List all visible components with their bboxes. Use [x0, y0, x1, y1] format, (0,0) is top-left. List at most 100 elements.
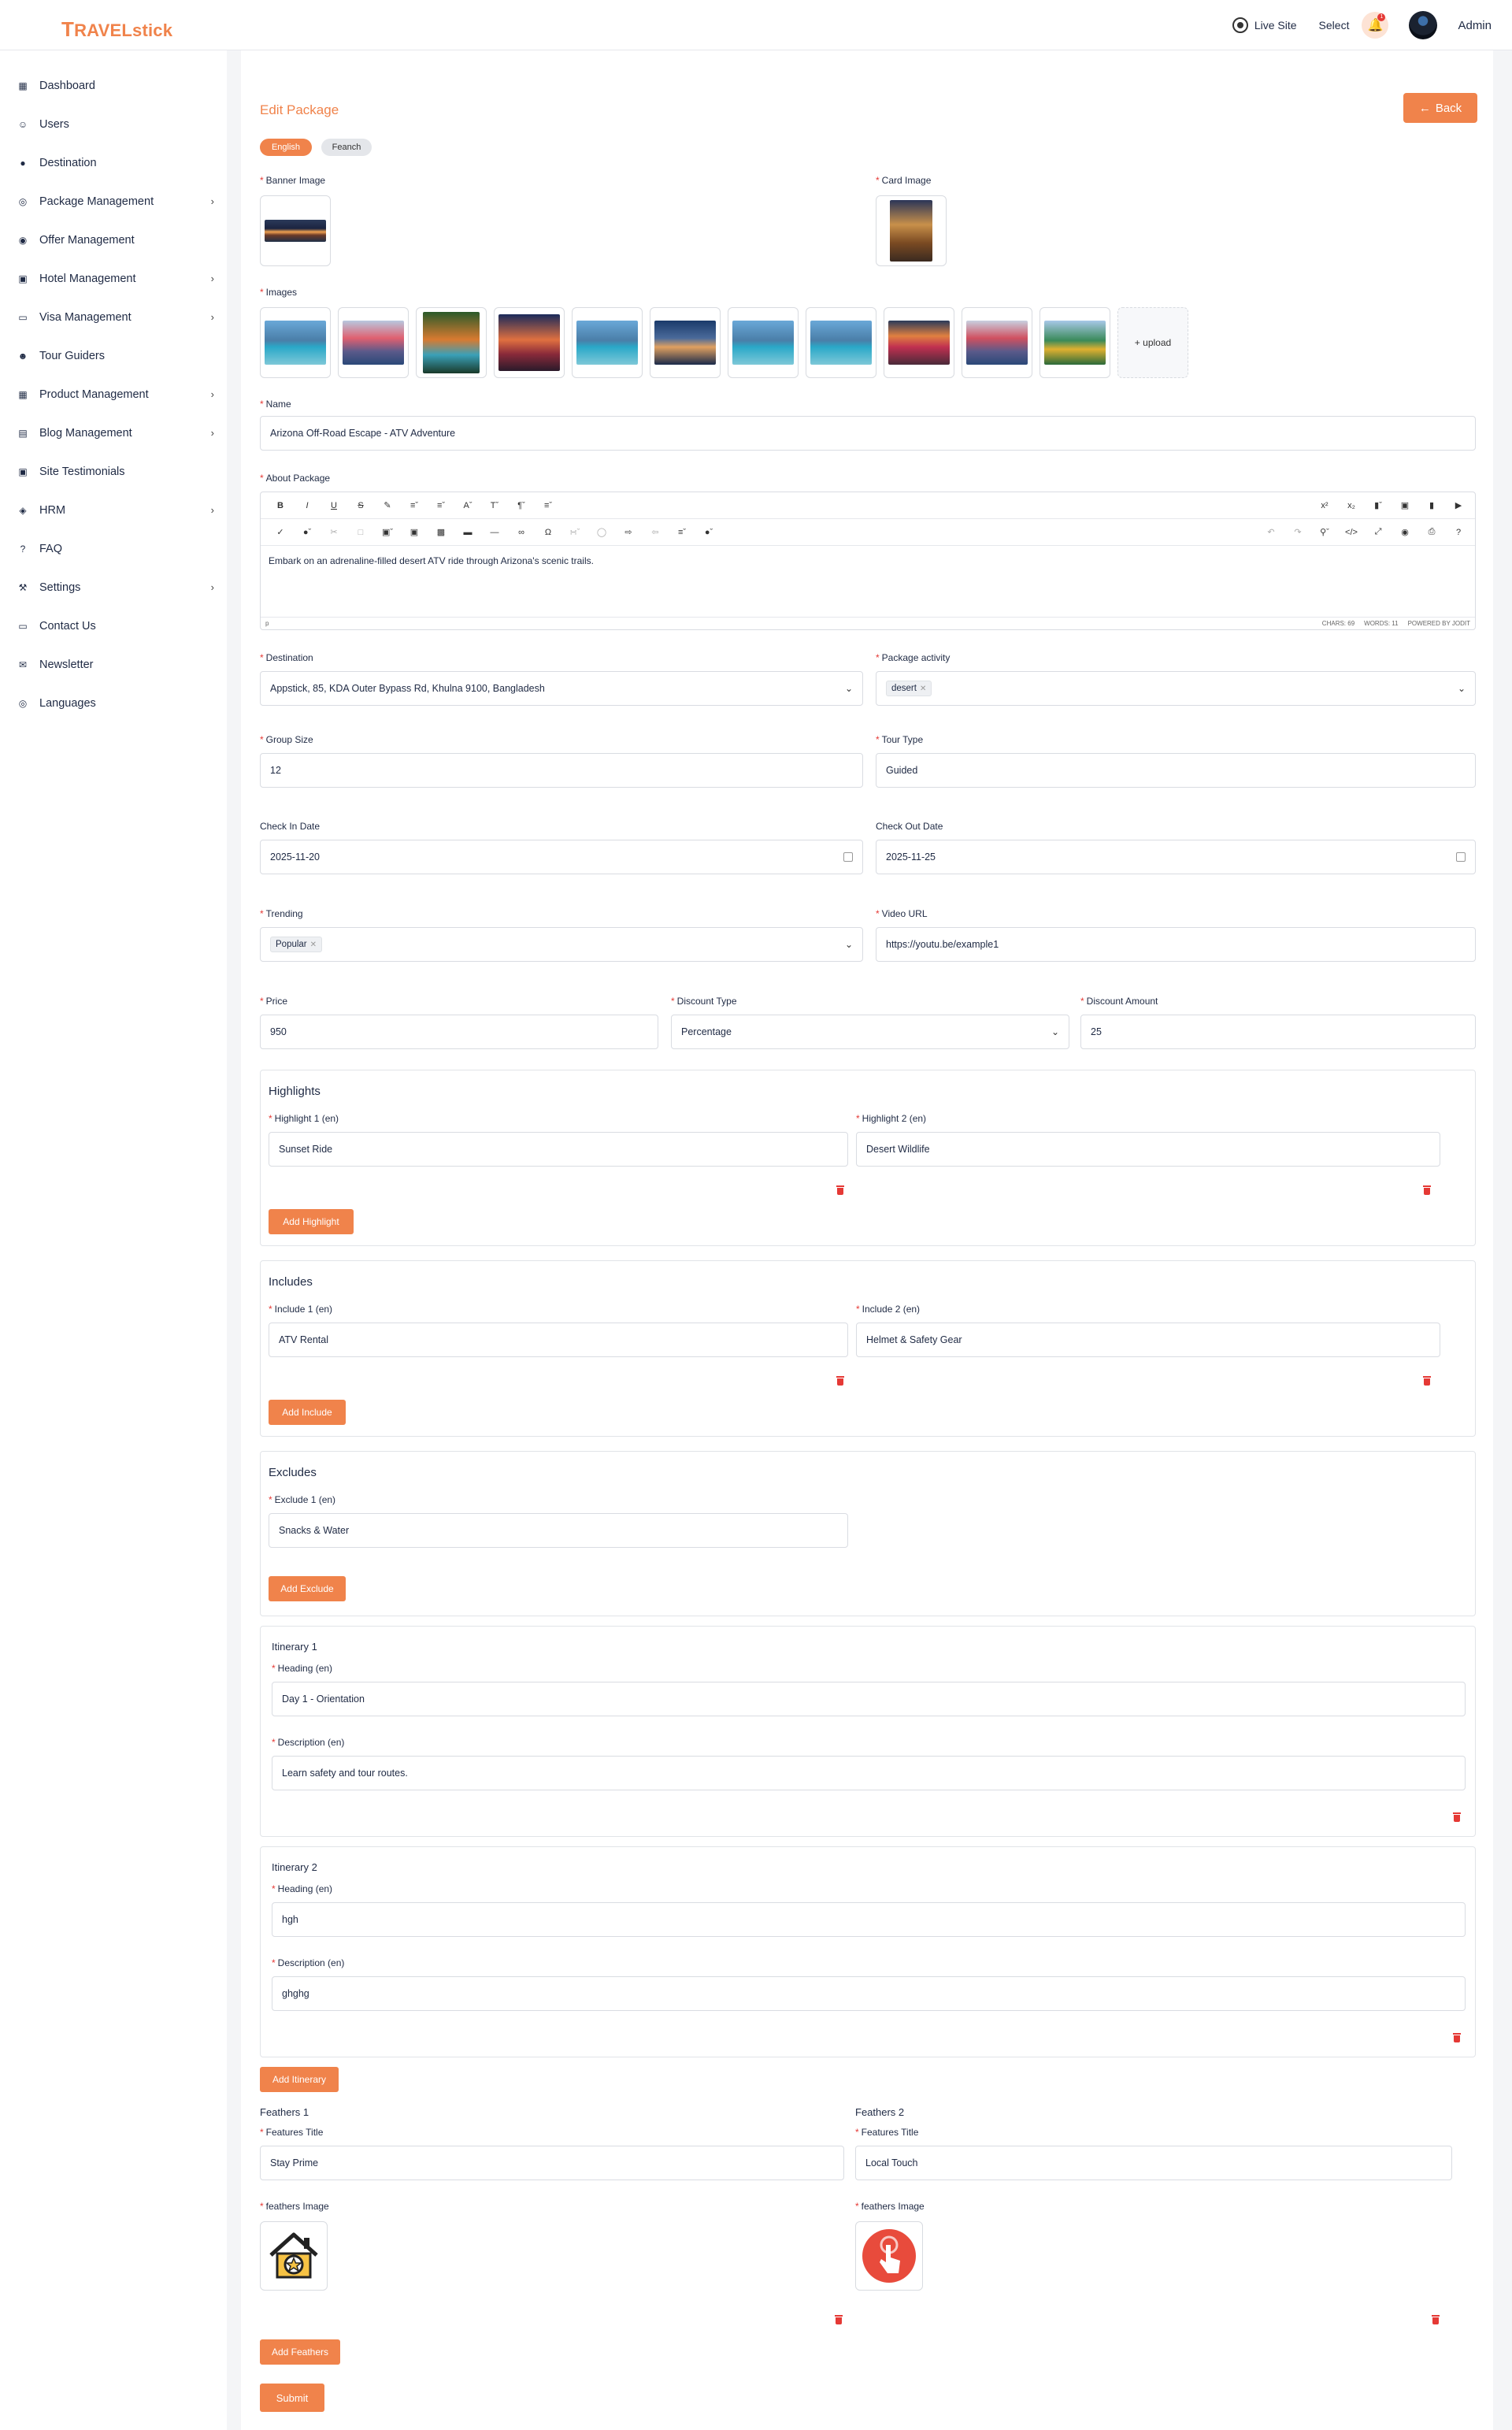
underline-icon[interactable]: U	[321, 494, 347, 518]
tab-french[interactable]: Feanch	[321, 139, 372, 156]
calendar-icon[interactable]	[843, 852, 853, 862]
indent-icon[interactable]: ⇨	[615, 521, 642, 544]
fullscreen-icon[interactable]: ⤢	[1365, 521, 1392, 544]
sidebar-item-tour-guiders[interactable]: ☻ Tour Guiders	[0, 336, 227, 375]
paste-icon[interactable]: ▣ˇ	[374, 521, 401, 544]
calendar-icon[interactable]	[1456, 852, 1466, 862]
upload-button[interactable]: + upload	[1117, 307, 1188, 378]
destination-select[interactable]: Appstick, 85, KDA Outer Bypass Rd, Khuln…	[260, 671, 863, 706]
itinerary-heading-input[interactable]: hgh	[272, 1902, 1466, 1937]
gallery-image[interactable]	[650, 307, 721, 378]
editor-content[interactable]: Embark on an adrenaline-filled desert AT…	[269, 555, 594, 566]
discount-amount-input[interactable]: 25	[1080, 1015, 1476, 1049]
delete-icon[interactable]	[1432, 2315, 1440, 2324]
sidebar-item-hotel-management[interactable]: ▣ Hotel Management ›	[0, 259, 227, 298]
delete-icon[interactable]	[836, 1185, 844, 1195]
remove-tag-icon[interactable]: ✕	[920, 684, 926, 693]
avatar[interactable]	[1409, 11, 1438, 39]
bold-icon[interactable]: B	[267, 494, 294, 518]
strikethrough-icon[interactable]: S	[347, 494, 374, 518]
subscript-icon[interactable]: x₂	[1338, 494, 1365, 518]
gallery-image[interactable]	[1040, 307, 1110, 378]
sidebar-item-package-management[interactable]: ◎ Package Management ›	[0, 182, 227, 221]
trending-select[interactable]: Popular ✕ ⌄	[260, 927, 863, 962]
superscript-icon[interactable]: x²	[1311, 494, 1338, 518]
itinerary-description-input[interactable]: ghghg	[272, 1976, 1466, 2011]
find-icon[interactable]: ⚲ˇ	[1311, 521, 1338, 544]
microphone-icon[interactable]: ●ˇ	[294, 521, 321, 544]
brush-icon[interactable]: ●ˇ	[695, 521, 722, 544]
add-exclude-button[interactable]: Add Exclude	[269, 1576, 346, 1601]
sidebar-item-blog-management[interactable]: ▤ Blog Management ›	[0, 414, 227, 452]
redo-icon[interactable]: ↷	[1284, 521, 1311, 544]
gallery-image[interactable]	[962, 307, 1032, 378]
source-icon[interactable]: </>	[1338, 521, 1365, 544]
admin-name[interactable]: Admin	[1458, 19, 1492, 32]
undo-icon[interactable]: ↶	[1258, 521, 1284, 544]
exclude-input[interactable]: Snacks & Water	[269, 1513, 848, 1548]
features-title-input[interactable]: Stay Prime	[260, 2146, 844, 2180]
video-icon[interactable]: ▶	[1445, 494, 1472, 518]
delete-icon[interactable]	[1423, 1376, 1431, 1386]
align-icon[interactable]: ≡ˇ	[669, 521, 695, 544]
sidebar-item-destination[interactable]: ● Destination	[0, 143, 227, 182]
bullet-list-icon[interactable]: ≡ˇ	[401, 494, 428, 518]
sidebar-item-dashboard[interactable]: ▦ Dashboard	[0, 66, 227, 105]
include-input[interactable]: ATV Rental	[269, 1323, 848, 1357]
hr-icon[interactable]: ▬	[454, 521, 481, 544]
back-button[interactable]: ← Back	[1403, 93, 1477, 123]
clean-icon[interactable]: ◯	[588, 521, 615, 544]
live-site-link[interactable]: Live Site	[1232, 17, 1297, 33]
package-activity-select[interactable]: desert ✕ ⌄	[876, 671, 1476, 706]
document-icon[interactable]: ▮	[1418, 494, 1445, 518]
link-icon[interactable]: ∞	[508, 521, 535, 544]
sidebar-item-contact-us[interactable]: ▭ Contact Us	[0, 607, 227, 645]
remove-tag-icon[interactable]: ✕	[310, 940, 317, 949]
rich-text-editor[interactable]: B I U S ✎ ≡ˇ ≡ˇ Aˇ Tˇ ¶ˇ ≡ˇ x² x₂ ▮ˇ ▣ ▮…	[260, 492, 1476, 630]
itinerary-description-input[interactable]: Learn safety and tour routes.	[272, 1756, 1466, 1790]
discount-type-select[interactable]: Percentage ⌄	[671, 1015, 1069, 1049]
sidebar-item-site-testimonials[interactable]: ▣ Site Testimonials	[0, 452, 227, 491]
card-image[interactable]	[876, 195, 947, 266]
highlight-input[interactable]: Desert Wildlife	[856, 1132, 1440, 1167]
sidebar-item-product-management[interactable]: ▦ Product Management ›	[0, 375, 227, 414]
sidebar-item-languages[interactable]: ◎ Languages	[0, 684, 227, 722]
sidebar-item-hrm[interactable]: ◈ HRM ›	[0, 491, 227, 529]
delete-icon[interactable]	[836, 1376, 844, 1386]
select-all-icon[interactable]: ▣	[401, 521, 428, 544]
add-highlight-button[interactable]: Add Highlight	[269, 1209, 354, 1234]
cut-icon[interactable]: ✂	[321, 521, 347, 544]
add-include-button[interactable]: Add Include	[269, 1400, 346, 1425]
notification-bell-icon[interactable]: 🔔 1	[1362, 12, 1389, 39]
copy-format-icon[interactable]: ▩	[428, 521, 454, 544]
print-icon[interactable]: ⎙	[1418, 521, 1445, 544]
image-icon[interactable]: ▣	[1392, 494, 1418, 518]
gallery-image[interactable]	[806, 307, 876, 378]
gallery-image[interactable]	[416, 307, 487, 378]
delete-icon[interactable]	[1423, 1185, 1431, 1195]
banner-image[interactable]	[260, 195, 331, 266]
gallery-image[interactable]	[728, 307, 799, 378]
symbols-icon[interactable]: Ω	[535, 521, 561, 544]
feathers-image[interactable]	[260, 2221, 328, 2291]
sidebar-item-newsletter[interactable]: ✉ Newsletter	[0, 645, 227, 684]
outdent-icon[interactable]: ⇦	[642, 521, 669, 544]
sidebar-item-offer-management[interactable]: ◉ Offer Management	[0, 221, 227, 259]
sidebar-item-users[interactable]: ☺ Users	[0, 105, 227, 143]
video-url-input[interactable]: https://youtu.be/example1	[876, 927, 1476, 962]
brand-logo[interactable]: TRAVELstick	[61, 17, 172, 42]
file-icon[interactable]: ▮ˇ	[1365, 494, 1392, 518]
delete-icon[interactable]	[1453, 2033, 1461, 2042]
sidebar-item-faq[interactable]: ? FAQ	[0, 529, 227, 568]
numbered-list-icon[interactable]: ≡ˇ	[428, 494, 454, 518]
select-dropdown[interactable]: Select	[1319, 19, 1350, 32]
paragraph-icon[interactable]: ¶ˇ	[508, 494, 535, 518]
tour-type-input[interactable]: Guided	[876, 753, 1476, 788]
preview-icon[interactable]: ◉	[1392, 521, 1418, 544]
spellcheck-icon[interactable]: ✓	[267, 521, 294, 544]
name-input[interactable]: Arizona Off-Road Escape - ATV Adventure	[260, 416, 1476, 451]
sidebar-item-visa-management[interactable]: ▭ Visa Management ›	[0, 298, 227, 336]
price-input[interactable]: 950	[260, 1015, 658, 1049]
copy-icon[interactable]: □	[347, 521, 374, 544]
font-size-icon[interactable]: Tˇ	[481, 494, 508, 518]
